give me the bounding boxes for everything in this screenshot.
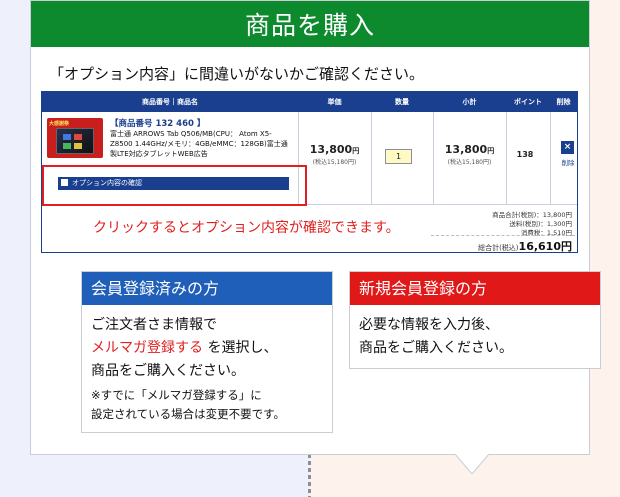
- speech-pointer-icon: [455, 454, 489, 474]
- subtotal: 13,800円: [444, 143, 495, 156]
- new-member-panel-title: 新規会員登録の方: [350, 272, 600, 305]
- grand-total: 総合計(税込)16,610円: [478, 240, 572, 253]
- member-note-2: 設定されている場合は変更不要です。: [91, 407, 286, 421]
- subtotal-tax: (税込15,180円): [447, 159, 492, 166]
- click-instruction: クリックするとオプション内容が確認できます。: [93, 220, 400, 236]
- column-header-subtotal: 小計: [462, 98, 477, 106]
- quantity-input[interactable]: 1: [385, 149, 412, 164]
- product-code: 【商品番号 132 460 】: [110, 119, 206, 129]
- column-header-delete: 削除: [556, 98, 571, 106]
- column-divider: [371, 112, 372, 204]
- member-panel: 会員登録済みの方 ご注文者さま情報で メルマガ登録する を選択し、 商品をご購入…: [81, 271, 333, 433]
- column-divider: [550, 112, 551, 204]
- product-name[interactable]: 富士通 ARROWS Tab Q506/MB(CPU： Atom X5-Z850…: [110, 129, 292, 159]
- product-badge: 大感謝祭: [49, 121, 70, 127]
- member-note-1: ※すでに「メルマガ登録する」に: [91, 388, 262, 402]
- member-line-1: ご注文者さま情報で: [91, 317, 217, 333]
- column-header-quantity: 数量: [395, 98, 409, 106]
- new-member-line-2: 商品をご購入ください。: [359, 340, 513, 356]
- unit-price-tax: (税込15,180円): [312, 159, 357, 166]
- column-header-points: ポイント: [514, 98, 542, 106]
- delete-button[interactable]: 削除: [556, 157, 580, 167]
- delete-icon[interactable]: ×: [561, 141, 574, 154]
- purchase-guide-card: 商品を購入 「オプション内容」に間違いがないかご確認ください。 商品番号｜商品名…: [30, 0, 601, 455]
- cart-header-row: 商品番号｜商品名 単価 数量 小計 ポイント 削除: [42, 92, 577, 112]
- product-thumbnail[interactable]: 大感謝祭: [47, 118, 103, 158]
- option-highlight-frame: [42, 165, 307, 206]
- column-header-unit-price: 単価: [327, 98, 342, 106]
- points-value: 138: [516, 150, 534, 159]
- totals-divider: [431, 235, 575, 236]
- new-member-line-1: 必要な情報を入力後、: [359, 317, 499, 333]
- column-divider: [506, 112, 507, 204]
- column-header-product: 商品番号｜商品名: [142, 98, 198, 106]
- tablet-image: [56, 128, 94, 154]
- member-line-2: メルマガ登録する を選択し、: [91, 340, 278, 356]
- unit-price: 13,800円: [309, 143, 360, 156]
- member-line-3: 商品をご購入ください。: [91, 363, 245, 379]
- intro-text: 「オプション内容」に間違いがないかご確認ください。: [49, 65, 425, 83]
- member-panel-title: 会員登録済みの方: [82, 272, 332, 305]
- newsletter-option-text: メルマガ登録する: [91, 340, 203, 356]
- page-title: 商品を購入: [31, 1, 589, 47]
- new-member-panel: 新規会員登録の方 必要な情報を入力後、 商品をご購入ください。: [349, 271, 601, 369]
